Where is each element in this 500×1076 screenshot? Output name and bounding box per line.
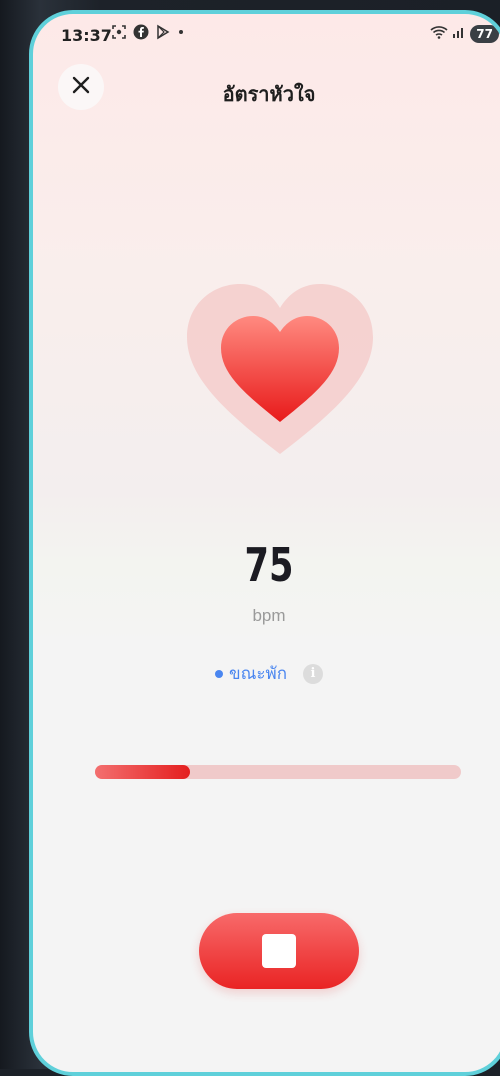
signal-icon	[452, 24, 466, 43]
status-bar: 13:37 77	[33, 14, 500, 56]
play-store-icon	[155, 24, 171, 40]
measurement-state: ขณะพัก i	[33, 660, 500, 687]
progress-fill	[95, 765, 191, 779]
phone-screen: 13:37 77 อัตราหัวใจ 75 bpm ขณะพัก i	[29, 10, 500, 1076]
screenshot-icon	[111, 24, 127, 40]
state-label: ขณะพัก	[228, 664, 288, 684]
heart-rate-value: 75	[244, 538, 294, 592]
dot-icon	[177, 24, 185, 40]
heart-rate-unit: bpm	[252, 606, 286, 625]
info-icon[interactable]: i	[303, 663, 324, 684]
status-time: 13:37	[61, 26, 112, 45]
page-title: อัตราหัวใจ	[222, 82, 316, 106]
wifi-icon	[430, 24, 448, 43]
battery-badge: 77	[470, 24, 499, 43]
stop-icon	[262, 934, 296, 968]
facebook-icon	[133, 24, 149, 40]
status-right: 77	[430, 24, 499, 43]
stop-button[interactable]	[199, 913, 359, 989]
measurement-progress-bar	[95, 765, 461, 779]
notification-icons	[111, 24, 185, 40]
heart-icon	[185, 282, 375, 462]
state-dot-icon	[214, 669, 223, 678]
